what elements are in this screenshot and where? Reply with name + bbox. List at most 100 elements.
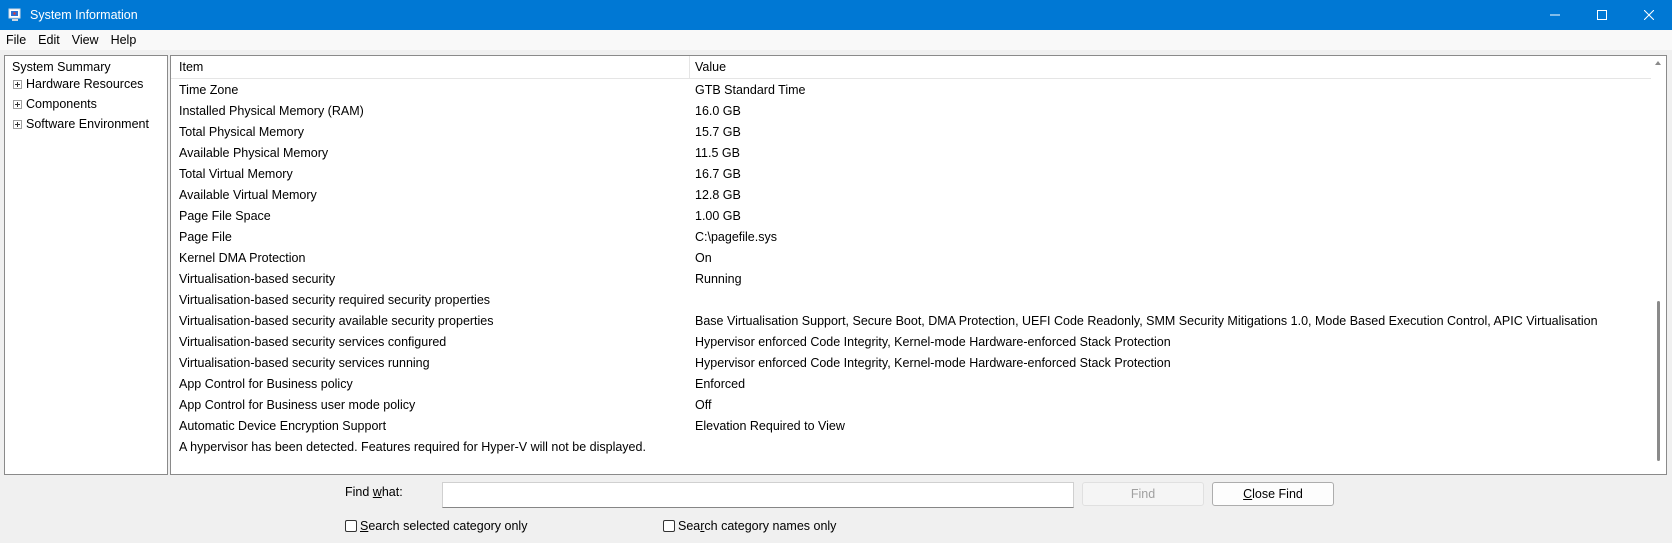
menu-bar: File Edit View Help: [0, 30, 1672, 50]
table-row[interactable]: Virtualisation-based security services c…: [171, 332, 1651, 353]
window-controls: [1531, 0, 1672, 30]
find-label-part: Find: [345, 485, 373, 499]
close-find-accelerator: C: [1243, 487, 1253, 501]
tree-item-label: Software Environment: [26, 117, 149, 131]
row-item: Total Physical Memory: [179, 125, 305, 139]
find-label-accelerator: w: [372, 485, 382, 499]
row-value: GTB Standard Time: [695, 83, 806, 97]
row-item: Virtualisation-based security services r…: [179, 356, 430, 370]
find-label-part: hat:: [381, 485, 403, 499]
tree-item-label: Hardware Resources: [26, 77, 144, 91]
close-icon: [1643, 10, 1654, 20]
row-value: Running: [695, 272, 742, 286]
row-item: Kernel DMA Protection: [179, 251, 306, 265]
row-value: 16.0 GB: [695, 104, 741, 118]
search-category-names-option[interactable]: Search category names only: [663, 519, 836, 533]
row-item: Installed Physical Memory (RAM): [179, 104, 364, 118]
tree-item-hardware-resources[interactable]: Hardware Resources: [13, 77, 143, 91]
table-row[interactable]: App Control for Business user mode polic…: [171, 395, 1651, 416]
table-row[interactable]: Kernel DMA Protection On: [171, 248, 1651, 269]
expand-icon[interactable]: [13, 99, 22, 109]
row-item: Total Virtual Memory: [179, 167, 293, 181]
row-value: 15.7 GB: [695, 125, 741, 139]
category-tree[interactable]: System Summary Hardware Resources Compon…: [4, 55, 168, 475]
table-row[interactable]: Automatic Device Encryption Support Eleva…: [171, 416, 1651, 437]
table-row[interactable]: Installed Physical Memory (RAM) 16.0 GB: [171, 101, 1651, 122]
scrollbar-thumb[interactable]: [1657, 301, 1660, 461]
menu-edit[interactable]: Edit: [32, 33, 66, 47]
table-row[interactable]: Available Physical Memory 11.5 GB: [171, 143, 1651, 164]
list-note-row[interactable]: A hypervisor has been detected. Features…: [171, 437, 1651, 458]
row-item: Time Zone: [179, 83, 239, 97]
menu-help[interactable]: Help: [105, 33, 143, 47]
row-item: Available Virtual Memory: [179, 188, 317, 202]
row-item: Virtualisation-based security available …: [179, 314, 494, 328]
tree-item-system-summary[interactable]: System Summary: [10, 59, 113, 75]
column-header-item[interactable]: Item: [179, 60, 203, 74]
find-what-input[interactable]: [442, 482, 1074, 508]
table-row[interactable]: Page File C:\pagefile.sys: [171, 227, 1651, 248]
row-value: Hypervisor enforced Code Integrity, Kern…: [695, 356, 1171, 370]
expand-icon[interactable]: [13, 79, 22, 89]
table-row[interactable]: App Control for Business policy Enforced: [171, 374, 1651, 395]
table-row[interactable]: Total Physical Memory 15.7 GB: [171, 122, 1651, 143]
system-information-icon: [8, 8, 22, 22]
row-value: C:\pagefile.sys: [695, 230, 777, 244]
row-item: App Control for Business user mode polic…: [179, 398, 416, 412]
search-selected-category-option[interactable]: Search selected category only: [345, 519, 527, 533]
window-title: System Information: [30, 8, 138, 22]
row-item: Virtualisation-based security required s…: [179, 293, 491, 307]
find-what-label: Find what:: [345, 485, 403, 499]
tree-item-label: Components: [26, 97, 97, 111]
details-list[interactable]: Item Value Time Zone GTB Standard Time In…: [170, 55, 1667, 475]
list-rows: Time Zone GTB Standard Time Installed Phy…: [171, 80, 1651, 458]
row-value: Base Virtualisation Support, Secure Boot…: [695, 314, 1598, 328]
tree-item-components[interactable]: Components: [13, 97, 97, 111]
menu-file[interactable]: File: [0, 33, 32, 47]
find-button[interactable]: Find: [1082, 482, 1204, 506]
table-row[interactable]: Virtualisation-based security services r…: [171, 353, 1651, 374]
row-item: Page File: [179, 230, 232, 244]
minimize-icon: [1549, 14, 1560, 16]
row-item: Virtualisation-based security: [179, 272, 336, 286]
search-category-names-label: Search category names only: [678, 519, 836, 533]
tree-item-software-environment[interactable]: Software Environment: [13, 117, 149, 131]
search-selected-category-label: Search selected category only: [360, 519, 527, 533]
row-value: 1.00 GB: [695, 209, 741, 223]
hypervisor-note: A hypervisor has been detected. Features…: [179, 440, 646, 454]
close-button[interactable]: [1625, 0, 1672, 30]
maximize-button[interactable]: [1578, 0, 1625, 30]
row-value: Hypervisor enforced Code Integrity, Kern…: [695, 335, 1171, 349]
row-item: Virtualisation-based security services c…: [179, 335, 447, 349]
title-bar: System Information: [0, 0, 1672, 30]
maximize-icon: [1596, 10, 1607, 20]
expand-icon[interactable]: [13, 119, 22, 129]
find-bar: Find what: Find Close Find Search select…: [0, 475, 1672, 543]
list-header: Item Value: [171, 56, 1651, 79]
table-row[interactable]: Virtualisation-based security available …: [171, 311, 1651, 332]
row-value: 16.7 GB: [695, 167, 741, 181]
table-row[interactable]: Page File Space 1.00 GB: [171, 206, 1651, 227]
table-row[interactable]: Time Zone GTB Standard Time: [171, 80, 1651, 101]
table-row[interactable]: Virtualisation-based security required s…: [171, 290, 1651, 311]
row-value: 11.5 GB: [695, 146, 740, 160]
search-names-text: Sea: [678, 519, 701, 533]
row-value: Elevation Required to View: [695, 419, 845, 433]
column-header-value[interactable]: Value: [695, 60, 726, 74]
scroll-up-icon[interactable]: [1655, 61, 1661, 65]
row-value: On: [695, 251, 712, 265]
close-find-button[interactable]: Close Find: [1212, 482, 1334, 506]
close-find-label: lose Find: [1252, 487, 1303, 501]
row-value: 12.8 GB: [695, 188, 741, 202]
minimize-button[interactable]: [1531, 0, 1578, 30]
search-category-names-checkbox[interactable]: [663, 520, 675, 532]
vertical-scrollbar[interactable]: [1651, 56, 1666, 474]
search-selected-category-checkbox[interactable]: [345, 520, 357, 532]
table-row[interactable]: Total Virtual Memory 16.7 GB: [171, 164, 1651, 185]
column-divider[interactable]: [689, 56, 690, 79]
menu-view[interactable]: View: [66, 33, 105, 47]
table-row[interactable]: Virtualisation-based security Running: [171, 269, 1651, 290]
table-row[interactable]: Available Virtual Memory 12.8 GB: [171, 185, 1651, 206]
search-selected-text: earch selected category only: [368, 519, 528, 533]
row-value: Off: [695, 398, 712, 412]
